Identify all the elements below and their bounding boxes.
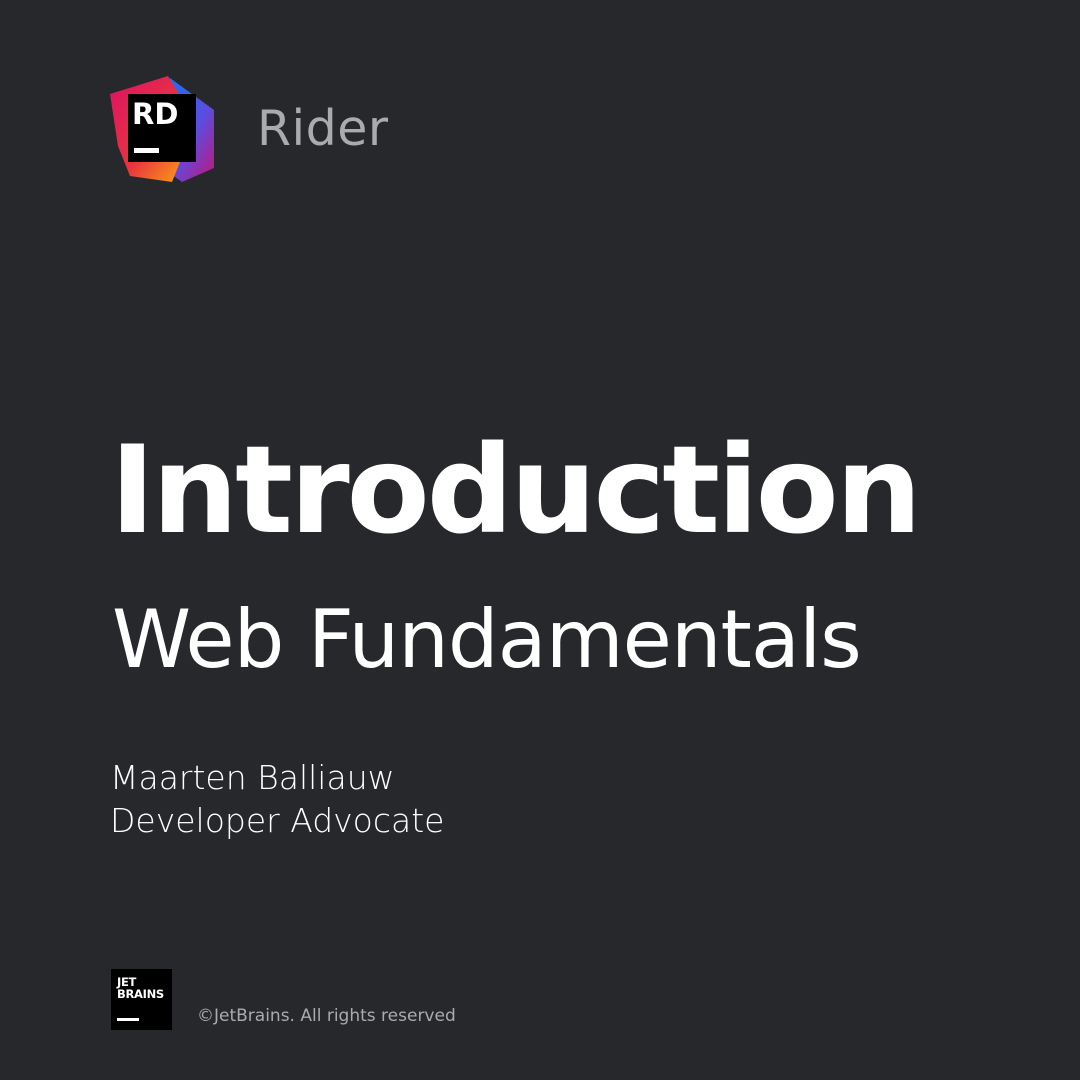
presenter-role: Developer Advocate <box>110 801 445 840</box>
jetbrains-logo: JET BRAINS <box>111 969 172 1030</box>
product-name: Rider <box>257 100 389 157</box>
jetbrains-logo-text: JET BRAINS <box>117 976 164 1000</box>
copyright-text: ©JetBrains. All rights reserved <box>197 1006 456 1026</box>
presenter-block: Maarten Balliauw Developer Advocate <box>110 756 444 842</box>
page-subtitle: Web Fundamentals <box>112 593 862 686</box>
rider-logo: RD <box>110 76 218 184</box>
jetbrains-logo-line2: BRAINS <box>117 987 164 1001</box>
jetbrains-logo-bar <box>117 1018 139 1021</box>
presenter-name: Maarten Balliauw <box>110 758 395 797</box>
page-title: Introduction <box>110 420 922 561</box>
logo-text: RD <box>132 97 179 131</box>
